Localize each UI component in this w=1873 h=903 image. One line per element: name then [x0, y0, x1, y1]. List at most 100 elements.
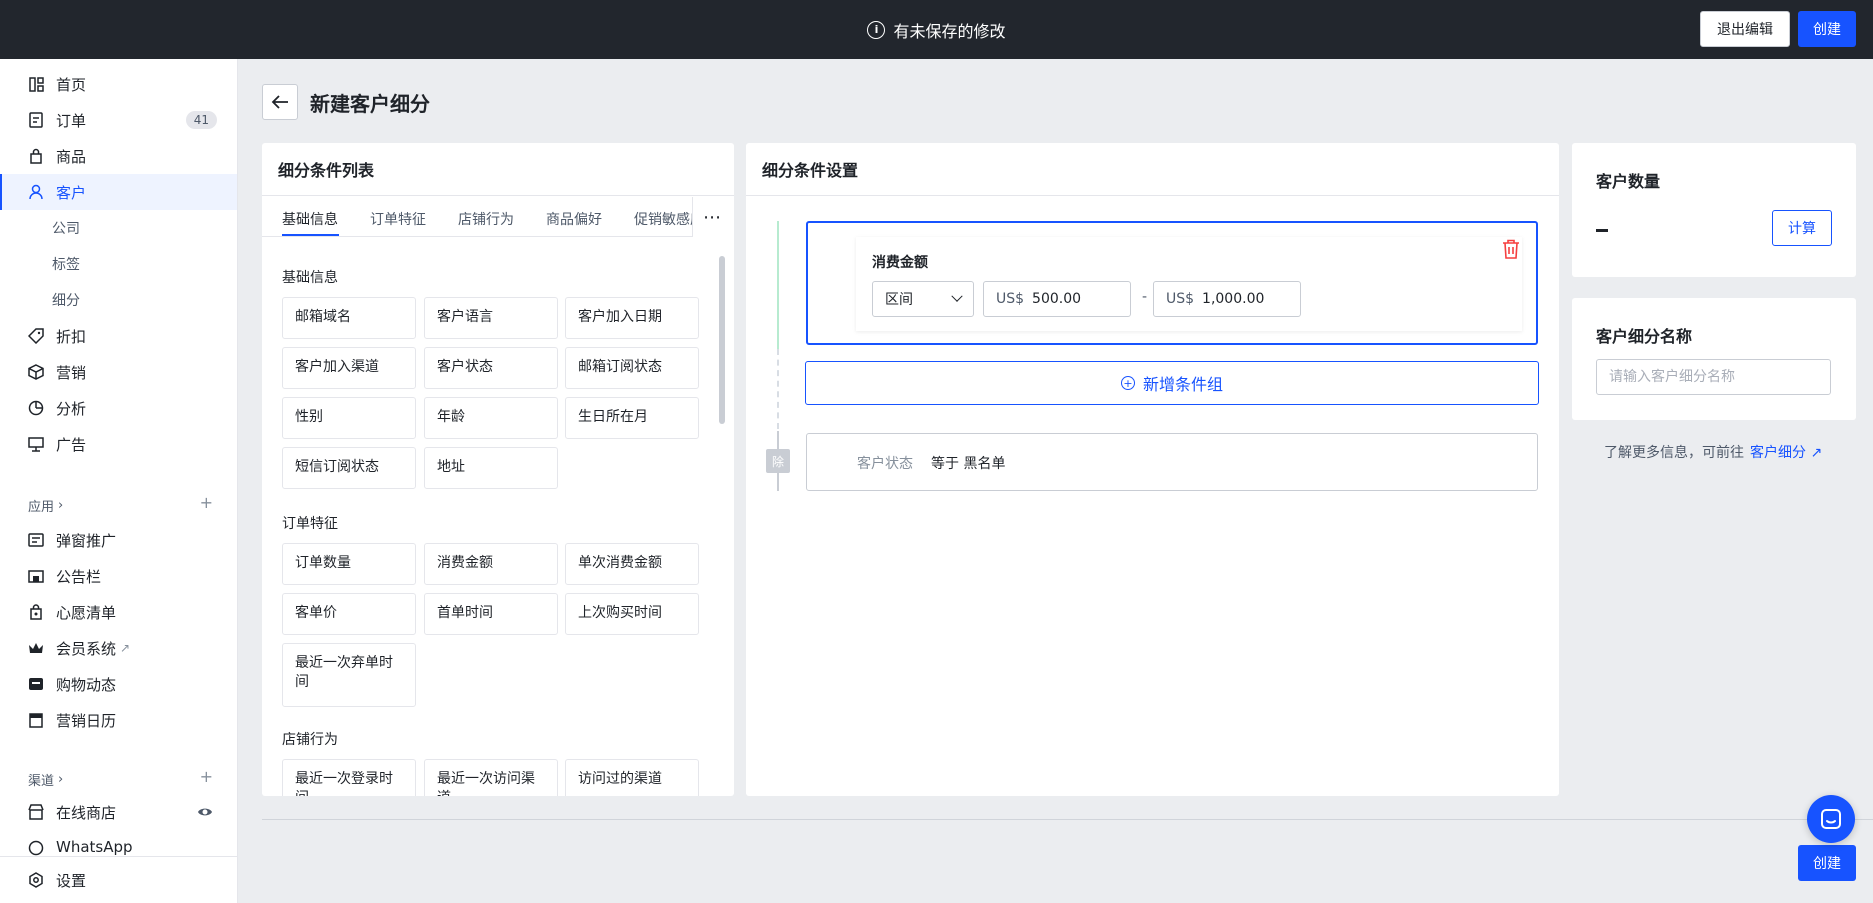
segment-name-input[interactable]: [1596, 359, 1831, 395]
sidebar-app-marketing-calendar[interactable]: 营销日历: [0, 702, 237, 738]
customer-count-card: 客户数量 计算: [1572, 143, 1856, 277]
channels-section-label[interactable]: 渠道 ›: [28, 770, 63, 789]
sidebar-item-label: 购物动态: [56, 675, 117, 694]
condition-chip[interactable]: 邮箱域名: [282, 297, 416, 339]
page-title: 新建客户细分: [310, 92, 430, 116]
plus-circle-icon: +: [1120, 376, 1135, 390]
sidebar-item-label: 广告: [56, 435, 87, 454]
tab-product-preference[interactable]: 商品偏好: [546, 209, 602, 229]
sidebar-item-label: 在线商店: [56, 803, 117, 822]
condition-chip[interactable]: 访问过的渠道: [565, 759, 699, 796]
sidebar-item-orders[interactable]: 订单 41: [0, 102, 237, 138]
sidebar-item-segments[interactable]: 细分: [0, 282, 237, 318]
condition-chip[interactable]: 最近一次弃单时间: [282, 643, 416, 707]
add-channel-plus-icon[interactable]: +: [200, 767, 213, 786]
sidebar-item-home[interactable]: 首页: [0, 66, 237, 102]
conditions-scrollbar[interactable]: [718, 253, 726, 796]
sidebar-app-wishlist[interactable]: 心愿清单: [0, 594, 237, 630]
chevron-down-icon: [951, 290, 963, 302]
condition-title: 消费金额: [872, 255, 928, 271]
sidebar-item-tags[interactable]: 标签: [0, 246, 237, 282]
sidebar-channel-online-store[interactable]: 在线商店: [0, 794, 237, 830]
condition-chip[interactable]: 消费金额: [424, 543, 558, 585]
sidebar-item-companies[interactable]: 公司: [0, 210, 237, 246]
arrow-left-icon: [271, 95, 288, 109]
condition-chip[interactable]: 年龄: [424, 397, 558, 439]
external-link-icon: ↗: [1810, 445, 1823, 461]
group-title-store: 店铺行为: [282, 732, 338, 748]
apps-label: 应用: [28, 500, 55, 515]
tab-order-features[interactable]: 订单特征: [370, 209, 426, 229]
sidebar-item-label: 商品: [56, 147, 87, 166]
ad-icon: [28, 436, 44, 452]
condition-chip[interactable]: 订单数量: [282, 543, 416, 585]
more-tabs-icon[interactable]: ⋯: [692, 197, 732, 237]
sidebar-item-label: 订单: [56, 111, 87, 130]
add-condition-group-button[interactable]: + 新增条件组: [805, 361, 1539, 405]
exclude-tag: 除: [766, 449, 790, 473]
learn-more-text: 了解更多信息，可前往: [1604, 445, 1744, 461]
condition-chip[interactable]: 生日所在月: [565, 397, 699, 439]
sidebar-item-customers[interactable]: 客户: [0, 174, 237, 210]
sidebar-app-membership[interactable]: 会员系统 ↗: [0, 630, 237, 666]
sidebar-item-analytics[interactable]: 分析: [0, 390, 237, 426]
storefront-icon: [28, 804, 44, 820]
sidebar-item-marketing[interactable]: 营销: [0, 354, 237, 390]
tab-basic-info[interactable]: 基础信息: [282, 209, 338, 229]
tab-store-behavior[interactable]: 店铺行为: [458, 209, 514, 229]
eye-icon[interactable]: [197, 804, 213, 820]
sidebar-item-label: 公告栏: [56, 567, 102, 586]
top-bar: i 有未保存的修改 退出编辑 创建: [0, 0, 1873, 59]
condition-chip[interactable]: 客户加入渠道: [282, 347, 416, 389]
scrollbar-thumb[interactable]: [719, 256, 725, 424]
sidebar-item-discounts[interactable]: 折扣: [0, 318, 237, 354]
condition-chip[interactable]: 客单价: [282, 593, 416, 635]
condition-chip[interactable]: 性别: [282, 397, 416, 439]
exclude-condition[interactable]: 客户状态 等于 黑名单: [806, 433, 1538, 491]
create-button[interactable]: 创建: [1798, 11, 1856, 47]
footer-create-button[interactable]: 创建: [1798, 845, 1856, 881]
condition-chip[interactable]: 短信订阅状态: [282, 447, 416, 489]
condition-chip[interactable]: 地址: [424, 447, 558, 489]
segment-name-title: 客户细分名称: [1596, 327, 1693, 346]
conditions-list-title: 细分条件列表: [262, 143, 734, 196]
trash-icon[interactable]: [1502, 239, 1520, 259]
sidebar-item-label: 折扣: [56, 327, 87, 346]
chat-button[interactable]: [1807, 795, 1855, 843]
apps-section-label[interactable]: 应用 ›: [28, 496, 63, 515]
segment-help-link[interactable]: 客户细分 ↗: [1750, 442, 1822, 462]
sidebar-item-settings[interactable]: 设置: [0, 862, 237, 898]
orders-count-badge: 41: [185, 111, 217, 129]
sidebar-item-products[interactable]: 商品: [0, 138, 237, 174]
sidebar-channel-whatsapp[interactable]: WhatsApp: [0, 830, 237, 856]
condition-chip[interactable]: 客户加入日期: [565, 297, 699, 339]
chat-icon: [1821, 809, 1841, 829]
condition-chip[interactable]: 单次消费金额: [565, 543, 699, 585]
customer-count-value: [1596, 229, 1608, 232]
tab-active-indicator: [282, 234, 339, 236]
sidebar-app-announcement[interactable]: 公告栏: [0, 558, 237, 594]
max-amount-input[interactable]: US$ 1,000.00: [1153, 281, 1301, 317]
condition-chip[interactable]: 邮箱订阅状态: [565, 347, 699, 389]
condition-chip[interactable]: 客户语言: [424, 297, 558, 339]
condition-chip[interactable]: 上次购买时间: [565, 593, 699, 635]
exit-edit-button[interactable]: 退出编辑: [1700, 11, 1790, 47]
calculate-button[interactable]: 计算: [1772, 210, 1832, 246]
sidebar-app-shopping-feed[interactable]: 购物动态: [0, 666, 237, 702]
operator-select[interactable]: 区间: [872, 281, 974, 317]
chevron-right-icon: ›: [58, 772, 64, 787]
sidebar-item-ads[interactable]: 广告: [0, 426, 237, 462]
min-amount-input[interactable]: US$ 500.00: [983, 281, 1131, 317]
condition-group[interactable]: 消费金额 区间 US$ 500.00 - US$ 1,000.00: [806, 221, 1538, 345]
segment-help-link-label: 客户细分: [1750, 445, 1806, 461]
condition-chip[interactable]: 客户状态: [424, 347, 558, 389]
sidebar-app-popup[interactable]: 弹窗推广: [0, 522, 237, 558]
gear-icon: [28, 872, 44, 888]
add-app-plus-icon[interactable]: +: [200, 493, 213, 512]
back-button[interactable]: [262, 84, 298, 120]
timeline-line: [777, 221, 779, 349]
popup-icon: [28, 532, 44, 548]
condition-chip[interactable]: 最近一次登录时间: [282, 759, 416, 796]
condition-chip[interactable]: 最近一次访问渠道: [424, 759, 558, 796]
condition-chip[interactable]: 首单时间: [424, 593, 558, 635]
